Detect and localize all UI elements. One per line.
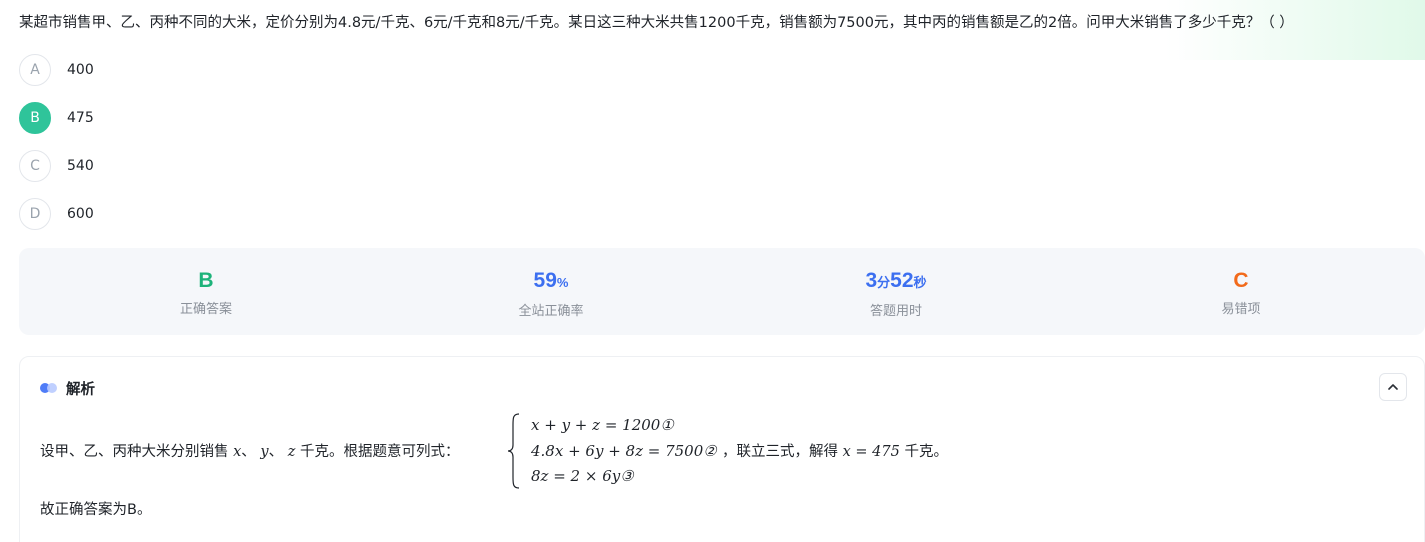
analysis-dots-icon (40, 383, 58, 393)
accuracy-value: 59% (451, 268, 651, 296)
stat-correct-answer: B 正确答案 (106, 268, 306, 317)
option-b-letter: B (19, 102, 51, 134)
error-prone-value: C (1233, 269, 1249, 292)
collapse-button[interactable] (1379, 373, 1407, 401)
option-a[interactable]: A 400 (19, 54, 94, 86)
separator-2: 、 (268, 444, 284, 460)
equation-1: x + y + z = 1200① (531, 416, 674, 434)
option-c-letter: C (19, 150, 51, 182)
solution-result: x = 475 (842, 444, 900, 460)
option-b[interactable]: B 475 (19, 102, 94, 134)
option-d-value: 600 (67, 206, 94, 222)
accuracy-unit: % (556, 275, 569, 290)
correct-answer-value: B (198, 269, 214, 292)
analysis-panel: 解析 设甲、乙、丙种大米分别销售 x、 y、 z 千克。根据题意可列式： x +… (19, 356, 1425, 542)
time-minutes-unit: 分 (877, 275, 891, 290)
option-b-value: 475 (67, 110, 94, 126)
time-label: 答题用时 (869, 304, 922, 319)
solution-line: 设甲、乙、丙种大米分别销售 x、 y、 z 千克。根据题意可列式： (40, 441, 459, 463)
accuracy-label: 全站正确率 (518, 304, 584, 319)
solution-suffix: ，联立三式，解得 (722, 444, 838, 460)
option-a-value: 400 (67, 62, 94, 78)
var-z: z (287, 444, 296, 460)
separator-1: 、 (241, 444, 256, 460)
solution-mid: 千克。根据题意可列式： (299, 444, 460, 460)
solution-result-line: ，联立三式，解得 x = 475 千克。 (722, 441, 948, 463)
time-value: 3分52秒 (796, 268, 996, 296)
question-text: 某超市销售甲、乙、丙种不同的大米，定价分别为4.8元/千克、6元/千克和8元/千… (19, 15, 1294, 31)
stats-panel: B 正确答案 59% 全站正确率 3分52秒 答题用时 C 易错项 (19, 248, 1425, 335)
option-c-value: 540 (67, 158, 94, 174)
stat-error-prone: C 易错项 (1141, 268, 1341, 317)
stat-time: 3分52秒 答题用时 (796, 268, 996, 319)
solution-prefix: 设甲、乙、丙种大米分别销售 (40, 444, 229, 460)
chevron-up-icon (1388, 384, 1398, 390)
time-seconds-unit: 秒 (913, 275, 927, 290)
option-c[interactable]: C 540 (19, 150, 94, 182)
equation-brace (507, 413, 520, 489)
accuracy-number: 59 (533, 269, 557, 292)
analysis-header: 解析 (40, 377, 95, 399)
time-minutes: 3 (865, 269, 878, 292)
correct-answer-label: 正确答案 (179, 302, 232, 317)
analysis-title: 解析 (66, 381, 95, 398)
solution-end: 千克。 (904, 444, 948, 460)
conclusion: 故正确答案为B。 (40, 502, 152, 518)
option-d[interactable]: D 600 (19, 198, 94, 230)
option-d-letter: D (19, 198, 51, 230)
equation-3: 8z = 2 × 6y③ (531, 467, 634, 485)
time-seconds: 52 (890, 269, 914, 292)
equation-2: 4.8x + 6y + 8z = 7500② (531, 442, 717, 460)
error-prone-label: 易错项 (1221, 302, 1261, 317)
option-a-letter: A (19, 54, 51, 86)
var-y: y (260, 444, 269, 460)
stat-accuracy: 59% 全站正确率 (451, 268, 651, 319)
